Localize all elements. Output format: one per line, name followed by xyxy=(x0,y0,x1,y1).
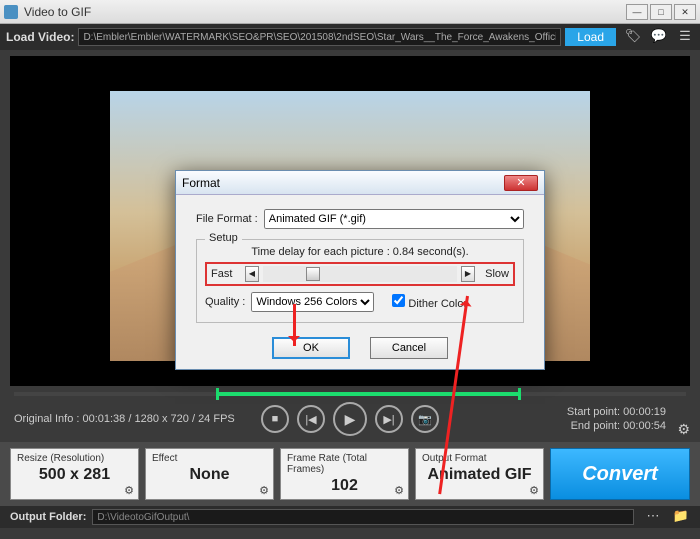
delay-text: Time delay for each picture : 0.84 secon… xyxy=(205,246,515,258)
slider-right-button[interactable]: ▶ xyxy=(461,266,475,282)
slider-left-button[interactable]: ◀ xyxy=(245,266,259,282)
format-dialog: Format ✕ File Format : Animated GIF (*.g… xyxy=(175,170,545,370)
dither-checkbox[interactable] xyxy=(392,294,405,307)
stop-button[interactable]: ■ xyxy=(261,405,289,433)
slider-thumb[interactable] xyxy=(306,267,320,281)
file-format-select[interactable]: Animated GIF (*.gif) xyxy=(264,209,524,229)
framerate-value: 102 xyxy=(287,477,402,495)
format-title: Output Format xyxy=(422,453,537,464)
dither-text: Dither Color xyxy=(408,298,467,310)
setup-group: Setup Time delay for each picture : 0.84… xyxy=(196,239,524,323)
gear-icon[interactable]: ⚙ xyxy=(124,484,134,497)
file-format-label: File Format : xyxy=(196,213,258,225)
bottom-panel: Resize (Resolution) 500 x 281 ⚙ Effect N… xyxy=(0,442,700,506)
maximize-button[interactable]: □ xyxy=(650,4,672,20)
delay-slider-row: Fast ◀ ▶ Slow xyxy=(205,262,515,286)
original-info: Original Info : 00:01:38 / 1280 x 720 / … xyxy=(14,413,235,425)
play-button[interactable]: ▶ xyxy=(333,402,367,436)
snapshot-button[interactable]: 📷 xyxy=(411,405,439,433)
fast-label: Fast xyxy=(211,268,241,280)
framerate-card[interactable]: Frame Rate (Total Frames) 102 ⚙ xyxy=(280,448,409,500)
list-icon[interactable]: ☰ xyxy=(676,28,694,46)
comment-icon[interactable]: 💬 xyxy=(650,28,668,46)
app-title: Video to GIF xyxy=(24,5,91,19)
effect-card[interactable]: Effect None ⚙ xyxy=(145,448,274,500)
output-folder-bar: Output Folder: ⋯ 📁 xyxy=(0,506,700,528)
quality-select[interactable]: Windows 256 Colors xyxy=(251,292,374,312)
titlebar: Video to GIF — □ ✕ xyxy=(0,0,700,24)
minimize-button[interactable]: — xyxy=(626,4,648,20)
framerate-title: Frame Rate (Total Frames) xyxy=(287,453,402,475)
dither-checkbox-label[interactable]: Dither Color xyxy=(392,294,467,310)
end-point: End point: 00:00:54 xyxy=(567,419,666,433)
load-video-bar: Load Video: Load 🏷 💬 ☰ xyxy=(0,24,700,50)
ok-button[interactable]: OK xyxy=(272,337,350,359)
app-icon xyxy=(4,5,18,19)
controls-row: Original Info : 00:01:38 / 1280 x 720 / … xyxy=(0,396,700,442)
output-folder-input[interactable] xyxy=(92,509,634,525)
dialog-title: Format xyxy=(182,176,220,190)
resize-title: Resize (Resolution) xyxy=(17,453,132,464)
delay-slider[interactable] xyxy=(263,266,457,282)
dialog-titlebar: Format ✕ xyxy=(176,171,544,195)
format-value: Animated GIF xyxy=(422,466,537,484)
trim-points: Start point: 00:00:19 End point: 00:00:5… xyxy=(567,405,666,433)
video-path-input[interactable] xyxy=(78,28,561,46)
output-folder-label: Output Folder: xyxy=(10,511,86,523)
convert-button[interactable]: Convert xyxy=(550,448,690,500)
gear-icon[interactable]: ⚙ xyxy=(259,484,269,497)
trim-settings-icon[interactable]: ⚙ xyxy=(677,421,690,438)
next-frame-button[interactable]: ▶| xyxy=(375,405,403,433)
resize-value: 500 x 281 xyxy=(17,466,132,484)
trim-row xyxy=(0,386,700,396)
load-video-label: Load Video: xyxy=(6,30,74,44)
effect-value: None xyxy=(152,466,267,484)
tag-icon[interactable]: 🏷 xyxy=(624,28,642,46)
dialog-close-button[interactable]: ✕ xyxy=(504,175,538,191)
quality-label: Quality : xyxy=(205,296,245,308)
prev-frame-button[interactable]: |◀ xyxy=(297,405,325,433)
cancel-button[interactable]: Cancel xyxy=(370,337,448,359)
browse-folder-icon[interactable]: ⋯ xyxy=(644,508,662,526)
output-format-card[interactable]: Output Format Animated GIF ⚙ xyxy=(415,448,544,500)
resize-card[interactable]: Resize (Resolution) 500 x 281 ⚙ xyxy=(10,448,139,500)
start-point: Start point: 00:00:19 xyxy=(567,405,666,419)
gear-icon[interactable]: ⚙ xyxy=(529,484,539,497)
slow-label: Slow xyxy=(479,268,509,280)
close-button[interactable]: ✕ xyxy=(674,4,696,20)
load-button[interactable]: Load xyxy=(565,28,616,46)
effect-title: Effect xyxy=(152,453,267,464)
open-folder-icon[interactable]: 📁 xyxy=(672,508,690,526)
setup-legend: Setup xyxy=(205,232,242,244)
gear-icon[interactable]: ⚙ xyxy=(394,484,404,497)
